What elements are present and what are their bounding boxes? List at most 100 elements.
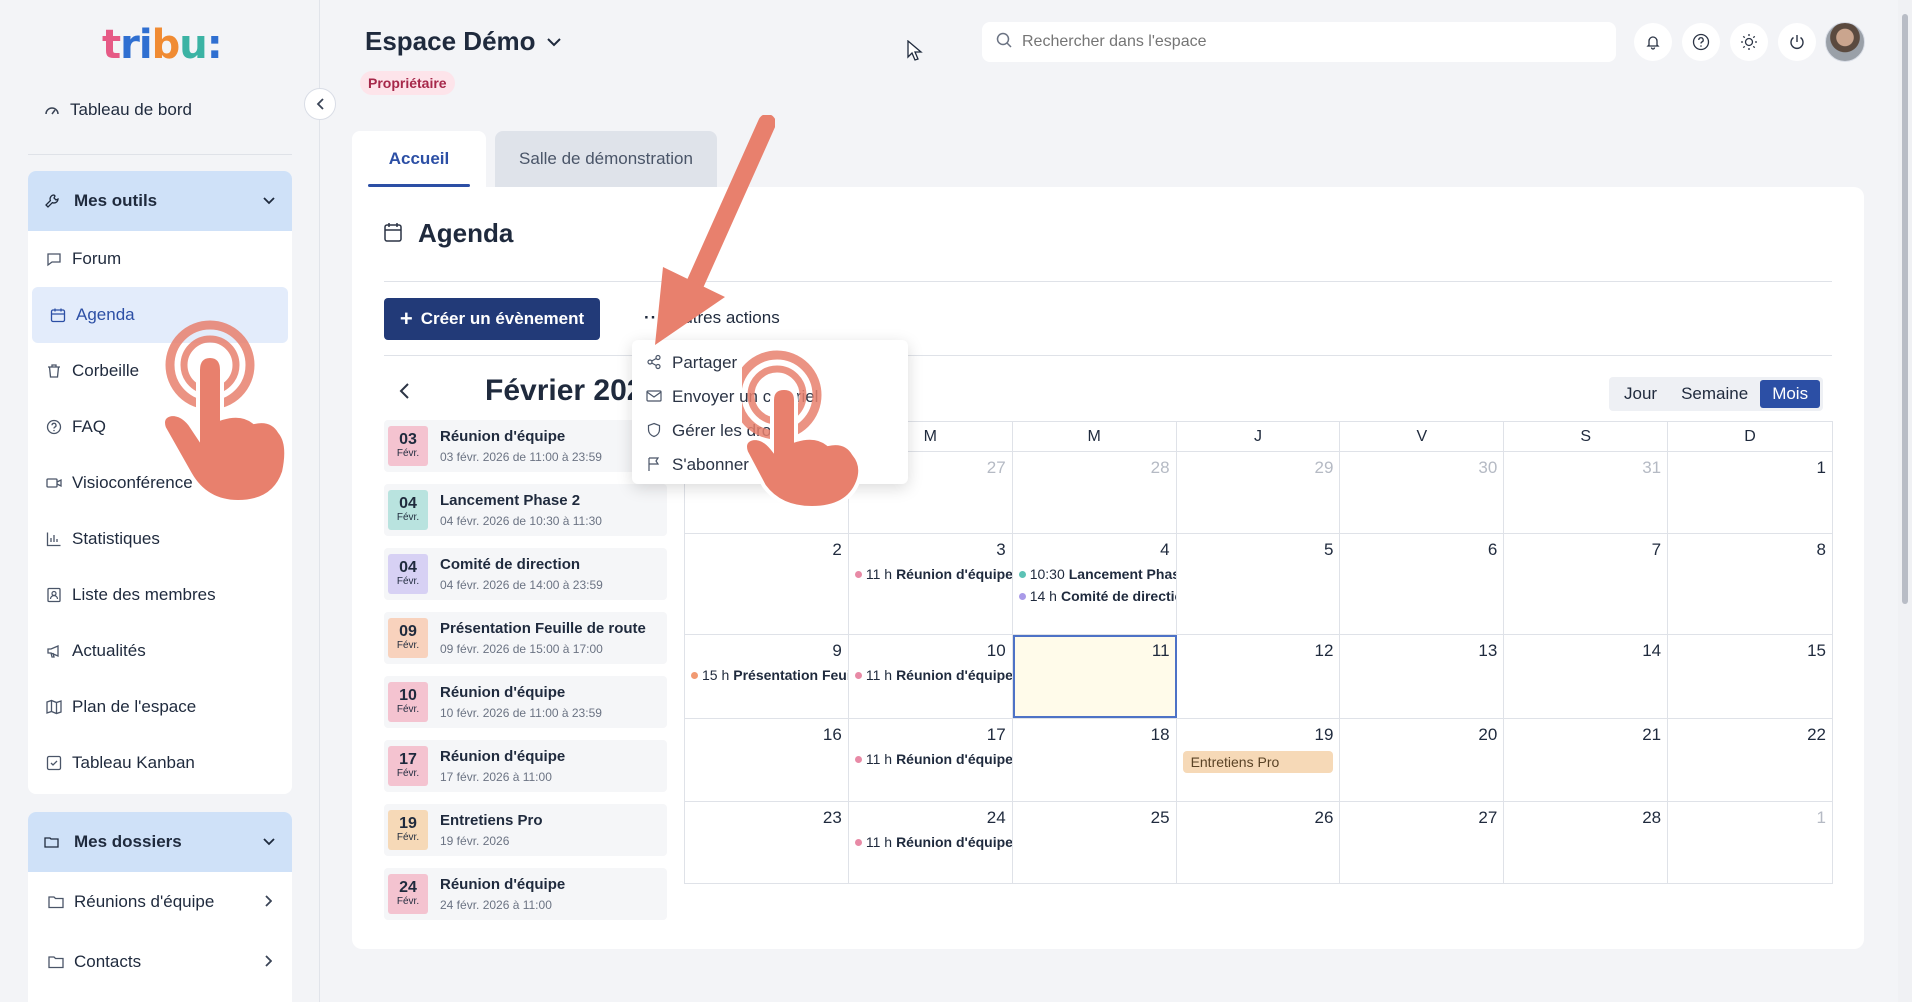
- calendar-day-cell[interactable]: 1: [1668, 802, 1832, 883]
- view-jour-button[interactable]: Jour: [1612, 380, 1669, 408]
- mail-icon: [646, 388, 662, 407]
- page-scrollbar[interactable]: [1898, 0, 1912, 1002]
- calendar-day-cell[interactable]: 19 Entretiens Pro: [1177, 719, 1341, 801]
- sidebar-item-dashboard[interactable]: Tableau de bord: [44, 100, 192, 120]
- calendar-day-cell[interactable]: 22: [1668, 719, 1832, 801]
- calendar-day-cell[interactable]: 2: [685, 534, 849, 634]
- dropdown-item-mail[interactable]: Envoyer un courriel: [632, 380, 908, 414]
- sidebar-item-plan-de-l-espace[interactable]: Plan de l'espace: [28, 679, 292, 735]
- scrollbar-thumb[interactable]: [1902, 14, 1908, 604]
- dropdown-item-share[interactable]: Partager: [632, 346, 908, 380]
- calendar-event[interactable]: 15 hPrésentation Feuille de route: [691, 667, 848, 683]
- calendar-day-cell[interactable]: 28: [1504, 802, 1669, 883]
- tools-group-header[interactable]: Mes outils: [28, 171, 292, 231]
- logout-button[interactable]: [1778, 23, 1816, 61]
- calendar-day-cell[interactable]: 7: [1504, 534, 1669, 634]
- calendar-day-cell[interactable]: 31: [1504, 452, 1669, 533]
- search-input[interactable]: [1022, 33, 1602, 51]
- calendar-day-cell[interactable]: 23: [685, 802, 849, 883]
- user-avatar[interactable]: [1825, 22, 1865, 62]
- chevron-left-icon: [316, 98, 324, 110]
- calendar-day-cell[interactable]: 17 11 h Réunion d'équipe: [849, 719, 1013, 801]
- event-list-item[interactable]: 24 Févr. Réunion d'équipe 24 févr. 2026 à 1…: [384, 868, 667, 920]
- calendar-day-cell[interactable]: 14: [1504, 635, 1669, 718]
- calendar-event[interactable]: 10:30Lancement Phase 2: [1018, 566, 1176, 582]
- view-mois-button[interactable]: Mois: [1760, 380, 1821, 408]
- folder-item[interactable]: Réunions d'équipe: [28, 872, 292, 932]
- weekday-label: V: [1340, 422, 1505, 451]
- create-event-button[interactable]: + Créer un évènement: [384, 298, 600, 340]
- help-icon: [46, 419, 62, 435]
- sidebar-item-faq[interactable]: FAQ: [28, 399, 292, 455]
- calendar-day-cell[interactable]: 26: [1177, 802, 1341, 883]
- search-box[interactable]: [982, 22, 1616, 62]
- calendar-day-cell[interactable]: 25: [1013, 802, 1177, 883]
- event-list-item[interactable]: 10 Févr. Réunion d'équipe 10 févr. 2026 de …: [384, 676, 667, 728]
- tribu-logo[interactable]: tribu:: [102, 22, 223, 68]
- tools-group-title: Mes outils: [74, 191, 158, 210]
- event-list-item[interactable]: 03 Févr. Réunion d'équipe 03 févr. 2026 de …: [384, 420, 667, 472]
- event-day: 09: [399, 623, 417, 640]
- event-date-badge: 04 Févr.: [388, 554, 428, 594]
- space-title[interactable]: Espace Démo: [365, 26, 562, 57]
- calendar-day-cell[interactable]: 21: [1504, 719, 1669, 801]
- calendar-event[interactable]: 11 h Réunion d'équipe: [854, 834, 1012, 850]
- dropdown-item-flag[interactable]: S'abonner à l'agenda: [632, 448, 908, 482]
- event-list-item[interactable]: 04 Févr. Comité de direction 04 févr. 2026 …: [384, 548, 667, 600]
- sidebar-item-actualit-s[interactable]: Actualités: [28, 623, 292, 679]
- tab-accueil[interactable]: Accueil: [352, 131, 486, 187]
- sidebar-item-liste-des-membres[interactable]: Liste des membres: [28, 567, 292, 623]
- calendar-day-cell[interactable]: 24 11 h Réunion d'équipe: [849, 802, 1013, 883]
- calendar-day-cell[interactable]: 30: [1340, 452, 1505, 533]
- calendar-day-cell[interactable]: 6: [1340, 534, 1505, 634]
- sidebar-item-corbeille[interactable]: Corbeille: [28, 343, 292, 399]
- calendar-day-cell[interactable]: 20: [1340, 719, 1505, 801]
- theme-toggle-button[interactable]: [1730, 23, 1768, 61]
- calendar-day-cell[interactable]: 15: [1668, 635, 1832, 718]
- calendar-day-cell[interactable]: 9 15 hPrésentation Feuille de route: [685, 635, 849, 718]
- notifications-button[interactable]: [1634, 23, 1672, 61]
- sidebar-item-tableau-kanban[interactable]: Tableau Kanban: [28, 735, 292, 791]
- sidebar-item-statistiques[interactable]: Statistiques: [28, 511, 292, 567]
- event-list-item[interactable]: 04 Févr. Lancement Phase 2 04 févr. 2026 de…: [384, 484, 667, 536]
- calendar-day-cell[interactable]: 28: [1013, 452, 1177, 533]
- calendar-event[interactable]: 11 h Réunion d'équipe: [854, 667, 1012, 683]
- calendar-day-cell[interactable]: 27: [1340, 802, 1505, 883]
- folders-group-header[interactable]: Mes dossiers: [28, 812, 292, 872]
- calendar-day-cell[interactable]: 29: [1177, 452, 1341, 533]
- sidebar-item-forum[interactable]: Forum: [28, 231, 292, 287]
- folders-list: Réunions d'équipe Contacts: [28, 872, 292, 992]
- calendar-day-cell-today[interactable]: 11: [1012, 635, 1177, 718]
- sidebar-item-agenda[interactable]: Agenda: [32, 287, 288, 343]
- calendar-day-cell[interactable]: 12: [1177, 635, 1341, 718]
- dropdown-item-shield[interactable]: Gérer les droits: [632, 414, 908, 448]
- folder-item[interactable]: Contacts: [28, 932, 292, 992]
- dashboard-gauge-icon: [44, 102, 60, 118]
- calendar-event-time: 10:30: [1029, 566, 1065, 582]
- calendar-day-cell[interactable]: 13: [1340, 635, 1505, 718]
- collapse-sidebar-button[interactable]: [304, 88, 336, 120]
- calendar-event[interactable]: 11 h Réunion d'équipe: [854, 566, 1012, 582]
- calendar-day-cell[interactable]: 3 11 h Réunion d'équipe: [849, 534, 1013, 634]
- calendar-event[interactable]: 14 hComité de direction: [1018, 588, 1176, 604]
- calendar-day-cell[interactable]: 5: [1177, 534, 1341, 634]
- more-actions-button[interactable]: ··· Autres actions: [644, 308, 780, 328]
- calendar-day-cell[interactable]: 4 10:30Lancement Phase 2 14 hComité de dir…: [1013, 534, 1177, 634]
- calendar-event[interactable]: 11 h Réunion d'équipe: [854, 751, 1012, 767]
- calendar-day-cell[interactable]: 8: [1668, 534, 1832, 634]
- tab-salle-demonstration[interactable]: Salle de démonstration: [495, 131, 717, 187]
- event-day: 19: [399, 815, 417, 832]
- event-list-item[interactable]: 19 Févr. Entretiens Pro 19 févr. 2026: [384, 804, 667, 856]
- previous-month-button[interactable]: [398, 380, 410, 406]
- folders-group: Mes dossiers Réunions d'équipe Contacts: [28, 812, 292, 1002]
- calendar-day-cell[interactable]: 10 11 h Réunion d'équipe: [849, 635, 1013, 718]
- sidebar-item-visioconf-rence[interactable]: Visioconférence: [28, 455, 292, 511]
- help-button[interactable]: [1682, 23, 1720, 61]
- view-semaine-button[interactable]: Semaine: [1669, 380, 1760, 408]
- event-list-item[interactable]: 17 Févr. Réunion d'équipe 17 févr. 2026 à 1…: [384, 740, 667, 792]
- calendar-day-cell[interactable]: 1: [1668, 452, 1832, 533]
- calendar-allday-event[interactable]: Entretiens Pro: [1182, 751, 1334, 773]
- event-list-item[interactable]: 09 Févr. Présentation Feuille de route 09 f…: [384, 612, 667, 664]
- calendar-day-cell[interactable]: 16: [685, 719, 849, 801]
- calendar-day-cell[interactable]: 18: [1013, 719, 1177, 801]
